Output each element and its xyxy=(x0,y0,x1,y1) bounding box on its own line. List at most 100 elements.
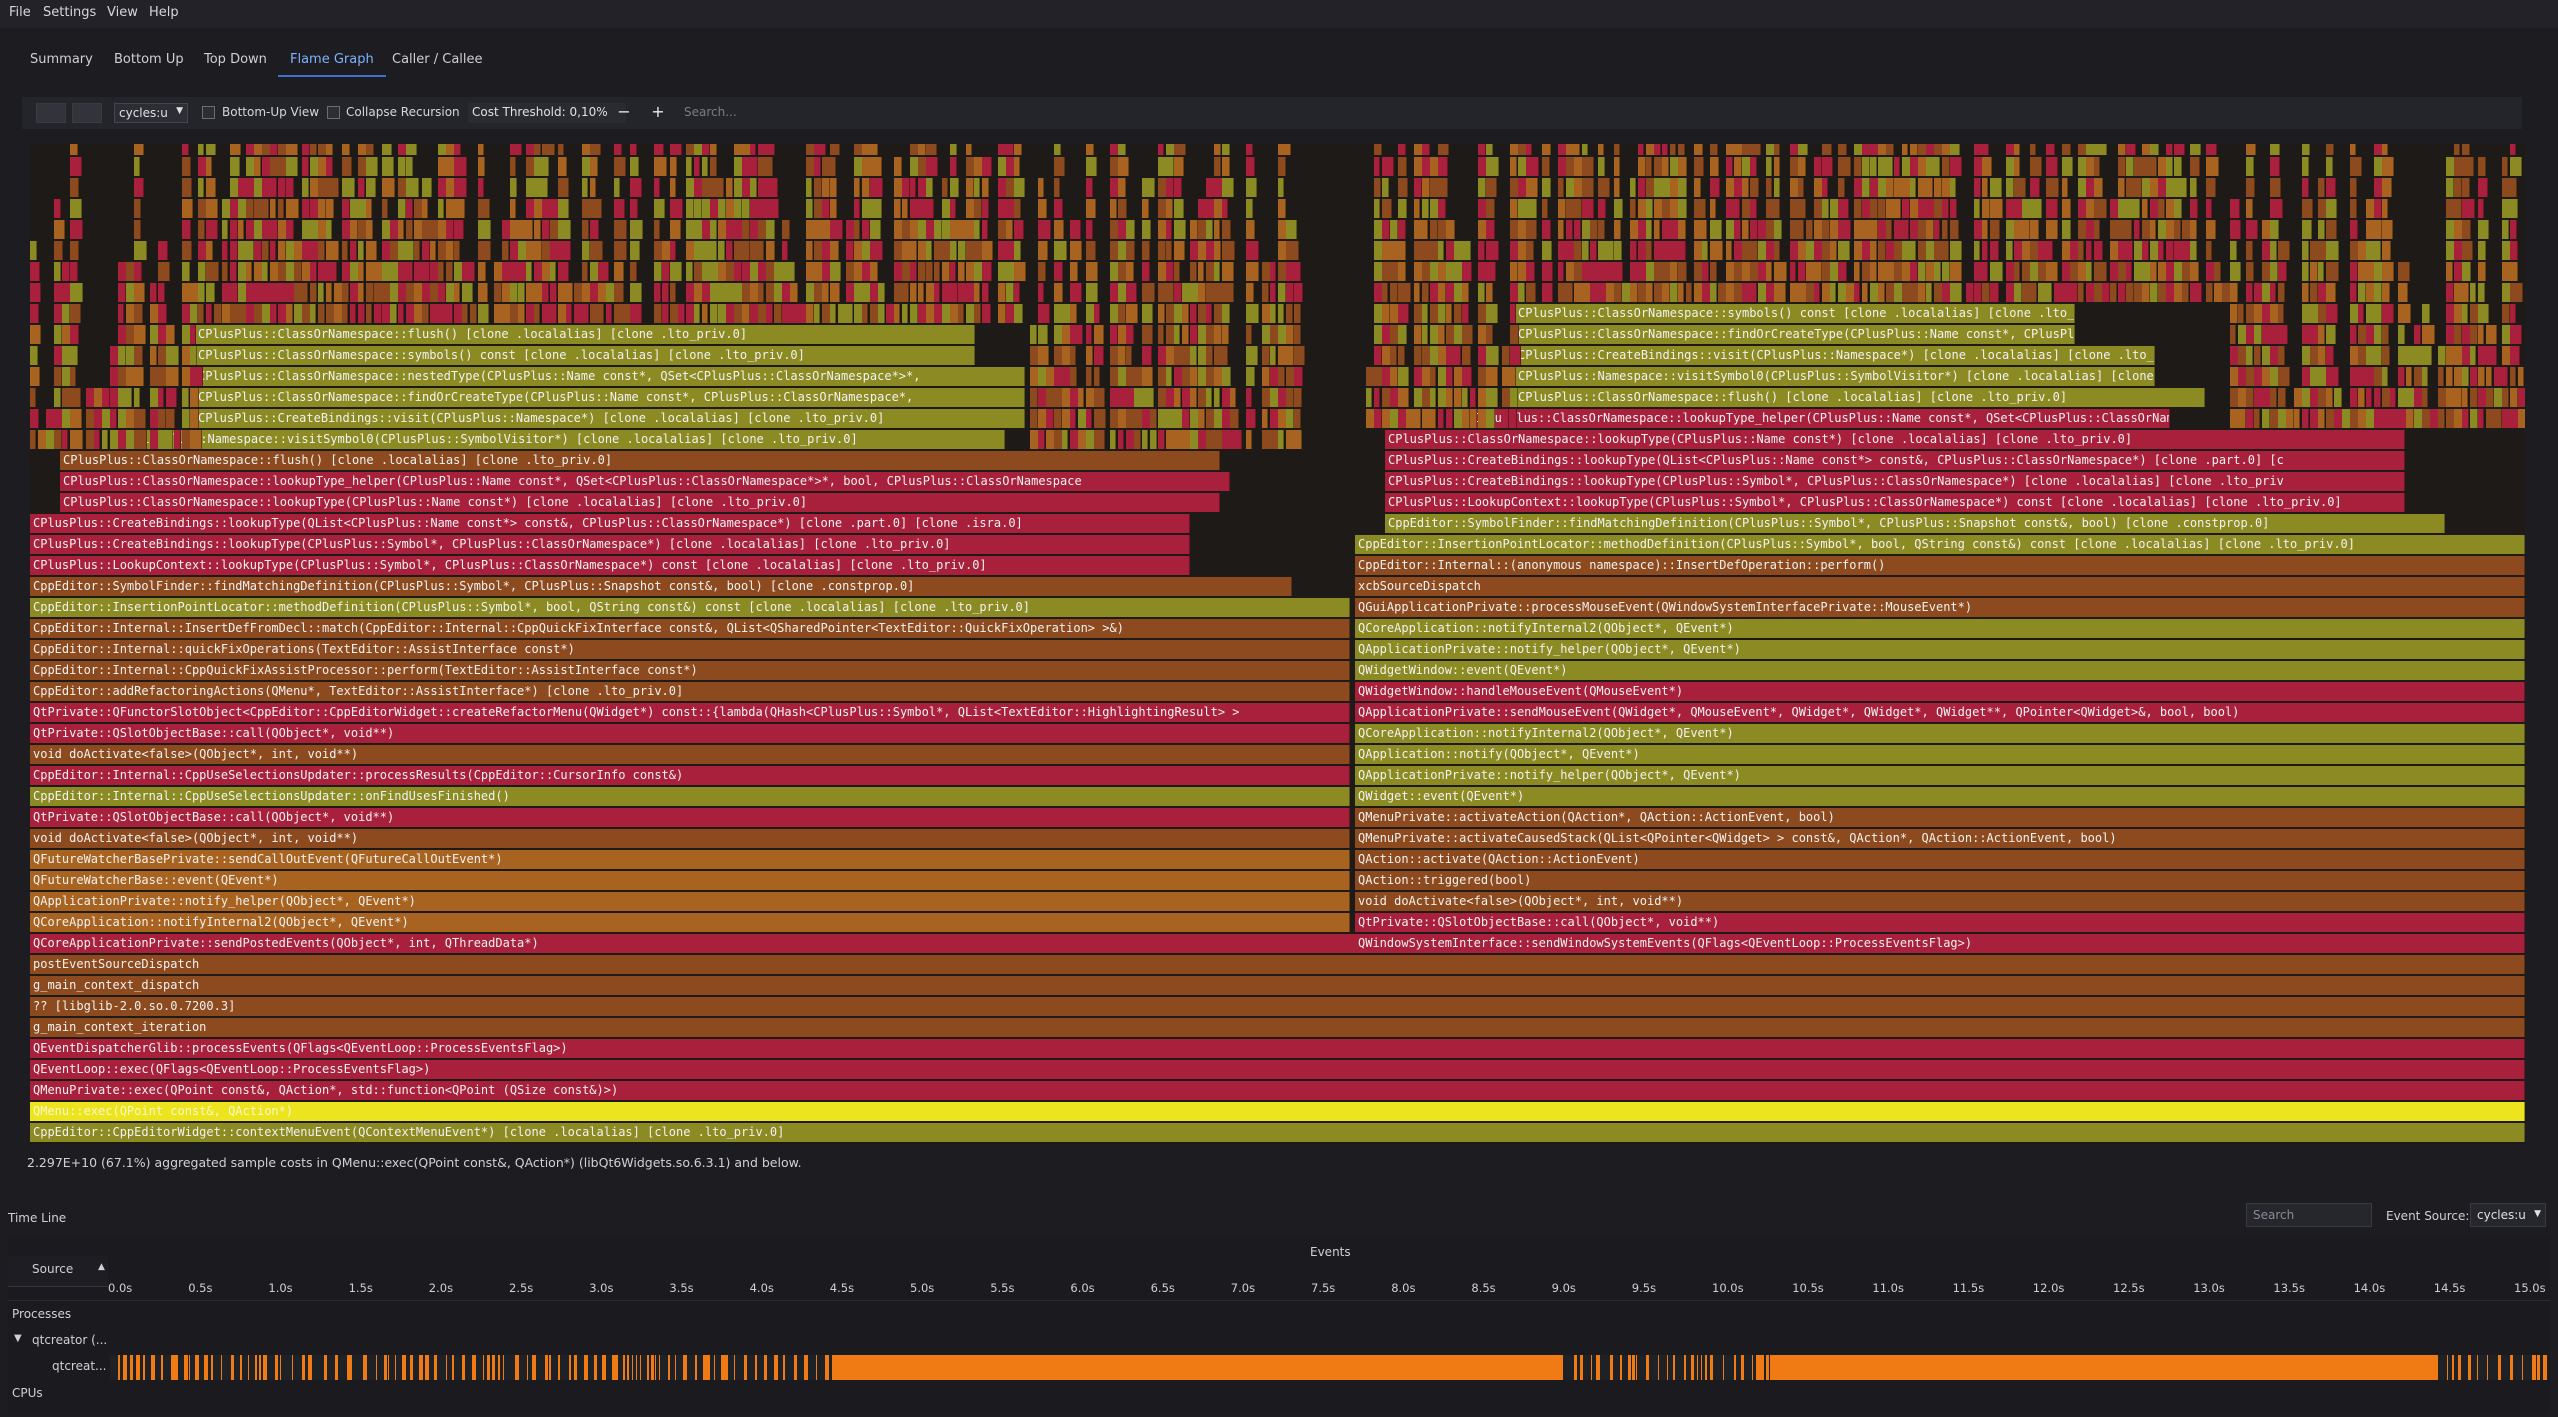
flame-frame[interactable] xyxy=(1486,199,1495,218)
flame-frame[interactable] xyxy=(2062,157,2073,176)
flame-frame[interactable] xyxy=(1614,283,1622,302)
row-thread-qtcreator[interactable]: qtcreat... xyxy=(52,1359,106,1373)
flame-frame[interactable] xyxy=(1150,409,1157,428)
flame-frame[interactable] xyxy=(102,388,110,407)
flame-frame[interactable] xyxy=(358,283,364,302)
flame-frame[interactable] xyxy=(342,199,350,218)
flame-frame[interactable] xyxy=(318,304,325,323)
flame-frame[interactable] xyxy=(918,283,924,302)
flame-frame[interactable] xyxy=(1974,199,1980,218)
flame-frame[interactable] xyxy=(1174,199,1184,218)
flame-frame[interactable] xyxy=(2382,304,2394,323)
flame-frame[interactable] xyxy=(966,178,974,197)
flame-frame[interactable] xyxy=(1886,144,1894,155)
flame-frame[interactable]: CppEditor::CppEditorWidget::contextMenuE… xyxy=(30,1123,2525,1142)
flame-frame[interactable] xyxy=(1438,283,1446,302)
flame-frame[interactable] xyxy=(870,262,878,281)
flame-frame[interactable]: QApplicationPrivate::notify_helper(QObje… xyxy=(30,892,1350,911)
flame-frame[interactable] xyxy=(2502,304,2510,323)
flame-frame[interactable] xyxy=(1118,199,1127,218)
flame-frame[interactable] xyxy=(150,283,157,302)
flame-frame[interactable] xyxy=(974,220,980,239)
flame-frame[interactable] xyxy=(2374,220,2382,239)
flame-frame[interactable] xyxy=(1438,199,1446,218)
flame-frame[interactable] xyxy=(2462,304,2468,323)
flame-frame[interactable]: CPlusPlus::CreateBindings::visit(CPlusPl… xyxy=(1515,346,2155,365)
flame-frame[interactable] xyxy=(406,144,417,155)
flame-frame[interactable] xyxy=(2182,283,2189,302)
flame-frame[interactable] xyxy=(1694,199,1706,218)
flame-frame[interactable] xyxy=(950,178,959,197)
flame-frame[interactable] xyxy=(1774,283,1786,302)
flame-frame[interactable] xyxy=(1462,262,1472,281)
flame-frame[interactable] xyxy=(1094,430,1105,449)
flame-frame[interactable] xyxy=(454,144,461,155)
flame-frame[interactable] xyxy=(2278,388,2286,407)
flame-frame[interactable] xyxy=(62,430,68,449)
flame-frame[interactable] xyxy=(1630,241,1637,260)
flame-frame[interactable] xyxy=(462,262,475,281)
flame-frame[interactable] xyxy=(614,178,620,197)
tab-flame-graph[interactable]: Flame Graph xyxy=(278,52,386,77)
flame-frame[interactable]: CppEditor::InsertionPointLocator::method… xyxy=(1355,535,2525,554)
flame-frame[interactable] xyxy=(926,241,932,260)
flame-graph[interactable]: QMenu::exec(QPoint const&, QAction*) CppE… xyxy=(30,144,2525,1144)
flame-frame[interactable] xyxy=(1910,262,1918,281)
menu-help[interactable]: Help xyxy=(149,5,179,20)
flame-frame[interactable] xyxy=(2382,220,2393,239)
flame-frame[interactable]: xcbSourceDispatch xyxy=(1355,577,2525,596)
flame-frame[interactable] xyxy=(2278,346,2285,365)
flame-frame[interactable] xyxy=(1486,304,1498,323)
flame-frame[interactable] xyxy=(1398,220,1406,239)
flame-frame[interactable] xyxy=(374,304,382,323)
flame-frame[interactable] xyxy=(478,144,484,155)
flame-frame[interactable] xyxy=(254,241,262,260)
flame-frame[interactable] xyxy=(974,199,982,218)
flame-frame[interactable] xyxy=(1414,409,1421,428)
flame-frame[interactable] xyxy=(2326,367,2339,386)
flame-frame[interactable]: QEventDispatcherGlib::processEvents(QFla… xyxy=(30,1039,2525,1058)
flame-frame[interactable] xyxy=(158,409,166,428)
flame-frame[interactable] xyxy=(1478,283,1485,302)
flame-frame[interactable] xyxy=(2062,144,2071,155)
flame-frame[interactable] xyxy=(982,241,993,260)
flame-frame[interactable]: CPlusPlus::ClassOrNamespace::lookupType(… xyxy=(60,493,1220,512)
flame-frame[interactable] xyxy=(62,262,70,281)
flame-frame[interactable] xyxy=(1638,178,1646,197)
flame-frame[interactable] xyxy=(2326,304,2338,323)
flame-frame[interactable] xyxy=(190,430,202,449)
flame-frame[interactable] xyxy=(1222,199,1228,218)
flame-frame[interactable] xyxy=(2478,157,2486,176)
flame-frame[interactable] xyxy=(1798,220,1804,239)
flame-frame[interactable] xyxy=(654,262,662,281)
flame-frame[interactable] xyxy=(1374,178,1381,197)
flame-frame[interactable] xyxy=(1222,325,1229,344)
flame-frame[interactable] xyxy=(590,144,601,155)
flame-frame[interactable] xyxy=(710,144,717,155)
flame-frame[interactable] xyxy=(1054,262,1063,281)
flame-frame[interactable] xyxy=(62,304,70,323)
flame-frame[interactable] xyxy=(2414,325,2421,344)
flame-frame[interactable] xyxy=(2462,178,2470,197)
flame-frame[interactable] xyxy=(2150,144,2159,155)
flame-frame[interactable] xyxy=(614,241,627,260)
flame-frame[interactable]: CPlusPlus::ClassOrNamespace::flush() [cl… xyxy=(195,325,975,344)
flame-frame[interactable] xyxy=(2382,241,2391,260)
flame-frame[interactable] xyxy=(1054,409,1062,428)
flame-frame[interactable] xyxy=(1990,241,1999,260)
flame-frame[interactable] xyxy=(1262,283,1269,302)
flame-frame[interactable] xyxy=(1582,144,1588,155)
flame-frame[interactable] xyxy=(1222,178,1234,197)
flame-frame[interactable] xyxy=(2302,144,2310,155)
flame-frame[interactable] xyxy=(2518,409,2525,428)
flame-frame[interactable] xyxy=(2510,346,2520,365)
flame-frame[interactable] xyxy=(2438,367,2444,386)
flame-frame[interactable] xyxy=(2246,220,2258,239)
flame-frame[interactable] xyxy=(2142,241,2149,260)
flame-frame[interactable] xyxy=(1510,367,1516,386)
flame-frame[interactable] xyxy=(2302,199,2313,218)
flame-frame[interactable] xyxy=(166,388,177,407)
flame-frame[interactable] xyxy=(2270,178,2281,197)
event-source-select[interactable]: cycles:u ▼ xyxy=(2470,1203,2546,1227)
flame-frame[interactable] xyxy=(54,367,62,386)
